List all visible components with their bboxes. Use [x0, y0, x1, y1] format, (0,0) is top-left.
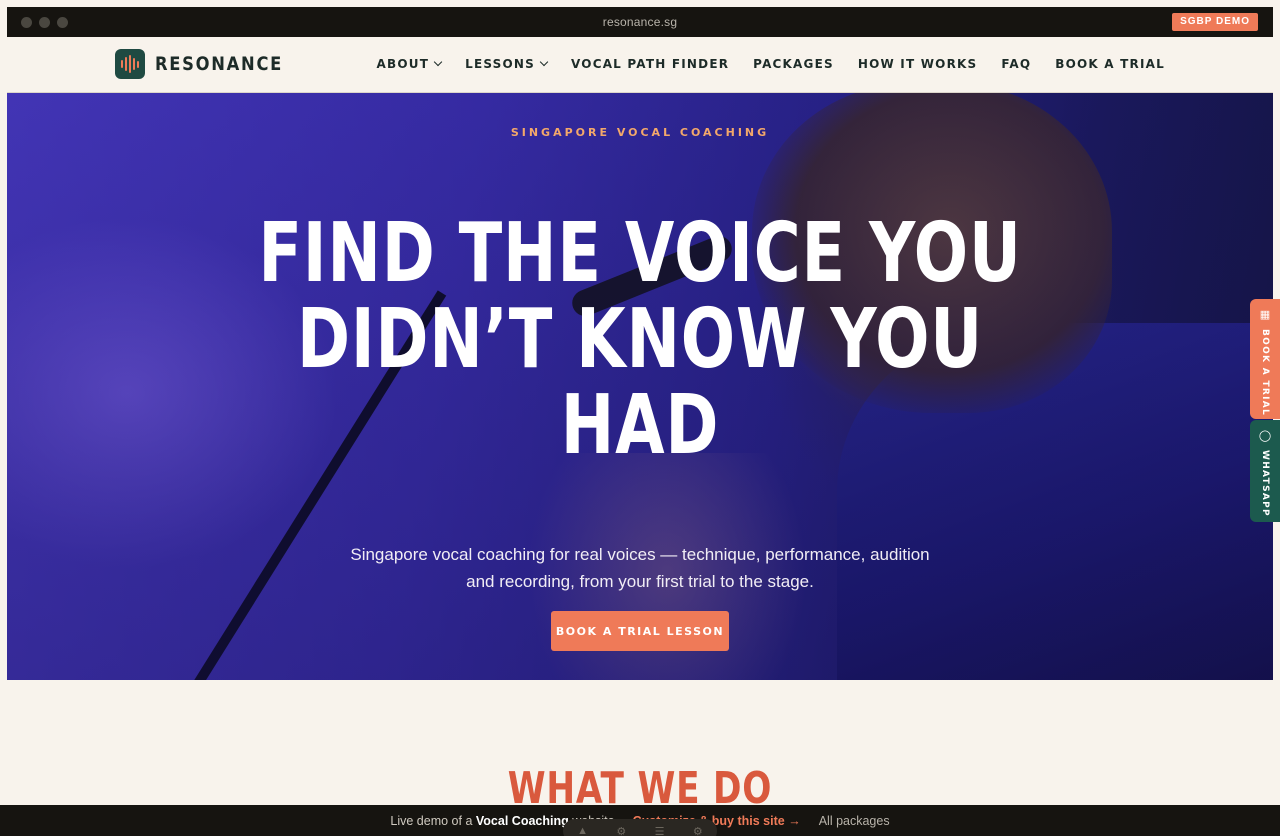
floating-toolbar: ▲ ⚙ ☰ ⚙ — [563, 819, 717, 836]
accessibility-icon[interactable]: ▲ — [577, 825, 588, 836]
hero-eyebrow: SINGAPORE VOCAL COACHING — [510, 126, 770, 139]
all-packages-link[interactable]: All packages — [819, 814, 890, 828]
chevron-down-icon — [539, 57, 549, 67]
nav-item-vocal-path-finder[interactable]: VOCAL PATH FINDER — [571, 57, 729, 71]
chevron-down-icon — [433, 57, 443, 67]
main-nav: ABOUT LESSONS VOCAL PATH FINDER PACKAGES… — [377, 57, 1165, 71]
nav-item-about[interactable]: ABOUT — [376, 57, 443, 71]
nav-item-lessons[interactable]: LESSONS — [465, 57, 549, 71]
nav-item-book-a-trial[interactable]: BOOK A TRIAL — [1055, 57, 1165, 71]
browser-frame: resonance.sg SGBP DEMO RESONANCE ABOUT L… — [7, 7, 1273, 836]
side-tab-label: WHATSAPP — [1260, 450, 1270, 517]
book-trial-lesson-button[interactable]: BOOK A TRIAL LESSON — [551, 611, 729, 651]
side-tab-whatsapp[interactable]: ◯ WHATSAPP — [1250, 420, 1280, 522]
demo-bar-prefix: Live demo of a — [390, 813, 473, 828]
hero-subtitle: Singapore vocal coaching for real voices… — [350, 545, 930, 591]
demo-bottom-bar: Live demo of a Vocal Coaching website Cu… — [0, 805, 1280, 836]
chat-bubble-icon: ◯ — [1258, 430, 1272, 442]
demo-badge: SGBP DEMO — [1172, 13, 1258, 31]
site-logo[interactable]: RESONANCE — [115, 49, 304, 79]
side-tab-book-trial[interactable]: ▦ BOOK A TRIAL — [1250, 299, 1280, 419]
hero-headline-line: DIDN’T KNOW YOU — [296, 292, 984, 387]
sound-wave-icon — [115, 49, 145, 79]
nav-item-faq[interactable]: FAQ — [1001, 57, 1031, 71]
nav-item-label: ABOUT — [376, 57, 430, 71]
side-tab-label: BOOK A TRIAL — [1260, 329, 1270, 417]
nav-item-how-it-works[interactable]: HOW IT WORKS — [858, 57, 978, 71]
browser-chrome: resonance.sg SGBP DEMO — [7, 7, 1273, 37]
menu-icon[interactable]: ☰ — [655, 825, 665, 836]
brand-name: RESONANCE — [155, 53, 284, 75]
settings-icon[interactable]: ⚙ — [616, 825, 626, 836]
calendar-icon: ▦ — [1259, 309, 1271, 321]
hero-headline-line: FIND THE VOICE YOU — [258, 206, 1022, 301]
gear-icon[interactable]: ⚙ — [693, 825, 703, 836]
hero-headline-line: HAD — [560, 378, 720, 473]
hero-section: SINGAPORE VOCAL COACHING FIND THE VOICE … — [7, 93, 1273, 680]
nav-item-label: LESSONS — [465, 57, 536, 71]
address-bar-url[interactable]: resonance.sg — [7, 15, 1273, 29]
hero-headline: FIND THE VOICE YOU DIDN’T KNOW YOU HAD — [146, 211, 1133, 469]
site-header: RESONANCE ABOUT LESSONS VOCAL PATH FINDE… — [7, 37, 1273, 93]
nav-item-packages[interactable]: PACKAGES — [753, 57, 834, 71]
demo-bar-site-type: Vocal Coaching — [475, 813, 569, 828]
